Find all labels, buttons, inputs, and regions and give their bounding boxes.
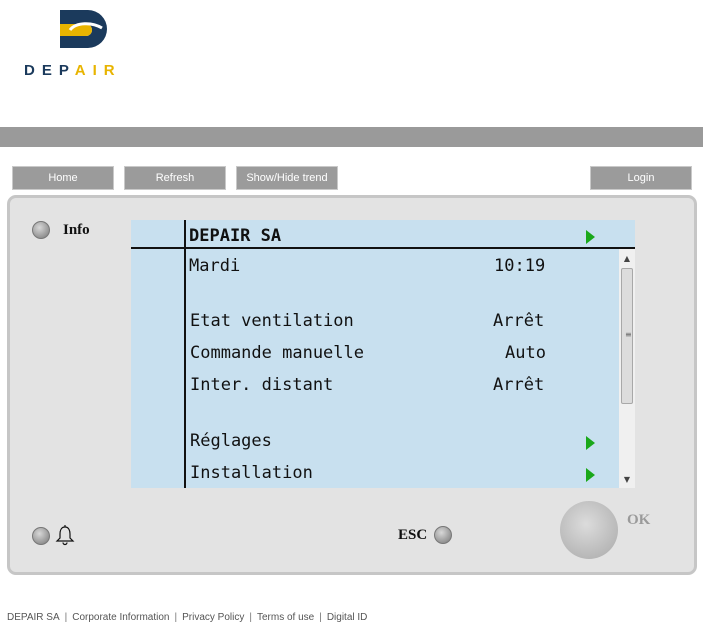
menu-installation[interactable]: Installation bbox=[190, 463, 313, 483]
footer-separator: | bbox=[64, 612, 68, 623]
row-label-commande-manuelle: Commande manuelle bbox=[190, 343, 364, 363]
footer-separator: | bbox=[174, 612, 178, 623]
depair-logo-icon bbox=[60, 10, 107, 48]
menu-reglages[interactable]: Réglages bbox=[190, 431, 272, 451]
footer-link-terms[interactable]: Terms of use bbox=[257, 612, 314, 623]
info-led-button[interactable] bbox=[32, 221, 50, 239]
footer-link-digital-id[interactable]: Digital ID bbox=[327, 612, 368, 623]
header-arrow-icon[interactable] bbox=[586, 230, 595, 244]
footer-separator: | bbox=[249, 612, 252, 623]
scroll-down-icon[interactable]: ▼ bbox=[619, 472, 635, 486]
installation-arrow-icon[interactable] bbox=[586, 468, 595, 482]
brand-air: AIR bbox=[74, 62, 122, 79]
show-hide-trend-button[interactable]: Show/Hide trend bbox=[236, 166, 338, 190]
refresh-button[interactable]: Refresh bbox=[124, 166, 226, 190]
ok-knob-button[interactable] bbox=[560, 501, 618, 559]
login-button[interactable]: Login bbox=[590, 166, 692, 190]
row-label-inter-distant: Inter. distant bbox=[190, 375, 334, 395]
row-value-inter-distant: Arrêt bbox=[493, 375, 545, 395]
footer-links: DEPAIR SA | Corporate Information | Privacy … bbox=[7, 612, 367, 623]
screen-divider-horizontal bbox=[131, 247, 635, 249]
home-button[interactable]: Home bbox=[12, 166, 114, 190]
footer-link-privacy[interactable]: Privacy Policy bbox=[182, 612, 244, 623]
scroll-up-icon[interactable]: ▲ bbox=[619, 251, 635, 265]
brand-dep: DEP bbox=[24, 62, 75, 79]
screen-title: DEPAIR SA bbox=[189, 226, 282, 246]
screen-scrollbar[interactable]: ▲ ≡ ▼ bbox=[619, 249, 635, 488]
screen-day: Mardi bbox=[189, 256, 241, 276]
scroll-thumb[interactable]: ≡ bbox=[621, 268, 633, 404]
scroll-grip-icon: ≡ bbox=[625, 330, 632, 339]
bell-icon bbox=[55, 525, 75, 546]
screen-time: 10:19 bbox=[494, 256, 546, 276]
footer-separator: | bbox=[319, 612, 322, 623]
row-value-etat-ventilation: Arrêt bbox=[493, 311, 545, 331]
row-label-etat-ventilation: Etat ventilation bbox=[190, 311, 354, 331]
alarm-led-button[interactable] bbox=[32, 527, 50, 545]
reglages-arrow-icon[interactable] bbox=[586, 436, 595, 450]
display-screen: DEPAIR SA Mardi 10:19 Etat ventilation A… bbox=[131, 220, 635, 488]
info-label: Info bbox=[63, 222, 90, 238]
row-value-commande-manuelle[interactable]: Auto bbox=[505, 343, 546, 363]
brand-wordmark: DEPAIR bbox=[24, 62, 122, 79]
ok-label: OK bbox=[627, 512, 651, 528]
footer-link-depair[interactable]: DEPAIR SA bbox=[7, 612, 60, 623]
screen-divider-vertical bbox=[184, 220, 186, 488]
esc-button[interactable] bbox=[434, 526, 452, 544]
header-band bbox=[0, 127, 703, 147]
esc-label: ESC bbox=[398, 527, 428, 543]
footer-link-corporate[interactable]: Corporate Information bbox=[72, 612, 169, 623]
